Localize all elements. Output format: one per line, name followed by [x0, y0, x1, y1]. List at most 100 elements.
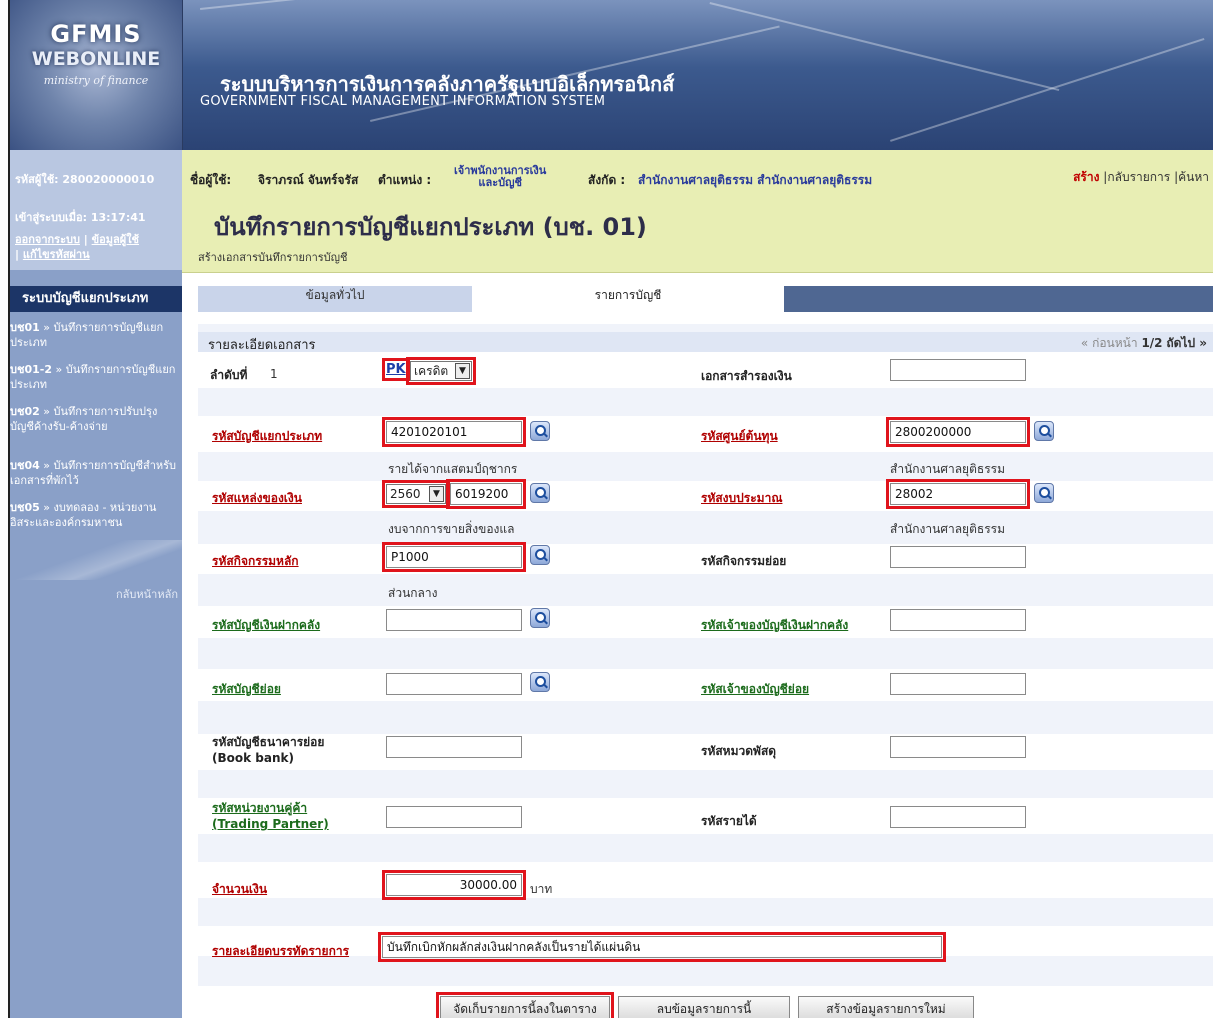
budget-code-input[interactable]: 28002	[886, 479, 1030, 509]
header-banner: GFMIS WEBONLINE ministry of finance ระบบ…	[10, 0, 1213, 150]
top-actions: สร้าง |กลับรายการ |ค้นหา	[1073, 170, 1209, 184]
sidebar-item-bc04[interactable]: บช04 » บันทึกรายการบัญชีสำหรับเอกสารที่พ…	[10, 458, 180, 488]
sequence-value: 1	[270, 367, 278, 381]
back-to-home-link[interactable]: กลับหน้าหลัก	[116, 585, 178, 603]
logout-link[interactable]: ออกจากระบบ	[15, 233, 80, 246]
tab-general-info[interactable]: ข้อมูลทั่วไป	[198, 286, 472, 312]
reserve-doc-label: เอกสารสำรองเงิน	[701, 369, 792, 383]
sub-account-owner-label[interactable]: รหัสเจ้าของบัญชีย่อย	[701, 680, 809, 699]
search-icon[interactable]	[530, 672, 550, 692]
user-name-label: ชื่อผู้ใช้:	[190, 173, 232, 187]
main-activity-input[interactable]: P1000	[382, 542, 526, 572]
inventory-category-label: รหัสหมวดพัสดุ	[701, 744, 777, 758]
amount-label[interactable]: จำนวนเงิน	[212, 880, 267, 899]
fund-source-input[interactable]: 6019200	[446, 479, 526, 509]
search-icon[interactable]	[530, 483, 550, 503]
chevron-down-icon: ▼	[455, 363, 470, 379]
sidebar-section-title: ระบบบัญชีแยกประเภท	[10, 286, 182, 312]
book-bank-input[interactable]	[386, 736, 522, 758]
search-icon[interactable]	[1034, 421, 1054, 441]
cost-center-label[interactable]: รหัสศูนย์ต้นทุน	[701, 427, 778, 446]
section-title: รายละเอียดเอกสาร	[208, 338, 316, 353]
pk-link[interactable]: PK	[382, 358, 410, 381]
sidebar-item-bc01[interactable]: บช01 » บันทึกรายการบัญชีแยกประเภท	[10, 320, 180, 350]
page-subtitle: สร้างเอกสารบันทึกรายการบัญชี	[198, 251, 348, 264]
search-icon[interactable]	[530, 545, 550, 565]
app-frame: GFMIS WEBONLINE ministry of finance ระบบ…	[8, 0, 1213, 1018]
sidebar-item-bc01-2[interactable]: บช01-2 » บันทึกรายการบัญชีแยกประเภท	[10, 362, 180, 392]
gfmis-logo: GFMIS WEBONLINE ministry of finance	[10, 0, 183, 150]
posting-type-select[interactable]: เครดิต ▼	[406, 357, 476, 385]
deposit-owner-label[interactable]: รหัสเจ้าของบัญชีเงินฝากคลัง	[701, 616, 848, 635]
chevron-down-icon: ▼	[429, 486, 444, 502]
sub-account-owner-input[interactable]	[890, 673, 1026, 695]
sequence-label: ลำดับที่	[210, 368, 248, 382]
search-icon[interactable]	[530, 421, 550, 441]
tab-bar: ข้อมูลทั่วไป รายการบัญชี	[198, 286, 1213, 312]
user-bar: ชื่อผู้ใช้: จิราภรณ์ จันทร์จรัส ตำแหน่ง …	[182, 150, 1213, 273]
tab-account-items[interactable]: รายการบัญชี	[472, 286, 784, 312]
trading-partner-input[interactable]	[386, 806, 522, 828]
treasury-deposit-account-input[interactable]	[386, 609, 522, 631]
affiliation-label: สังกัด :	[588, 173, 626, 187]
user-id-value: 280020000010	[62, 173, 155, 186]
sidebar-item-bc05[interactable]: บช05 » งบทดลอง - หน่วยงานอิสระและองค์กรม…	[10, 500, 180, 530]
left-sidebar: รหัสผู้ใช้: 280020000010 เข้าสู่ระบบเมื่…	[10, 150, 182, 1018]
cost-center-description: สำนักงานศาลยุติธรรม	[890, 462, 1005, 476]
currency-label: บาท	[530, 882, 553, 896]
search-icon[interactable]	[1034, 483, 1054, 503]
save-to-table-button[interactable]: จัดเก็บรายการนี้ลงในตาราง	[436, 992, 614, 1018]
next-page-link[interactable]: ถัดไป »	[1166, 336, 1207, 350]
sub-account-label[interactable]: รหัสบัญชีย่อย	[212, 680, 281, 699]
delete-item-button[interactable]: ลบข้อมูลรายการนี้	[618, 996, 790, 1018]
position-value: เจ้าพนักงานการเงิน และบัญชี	[454, 164, 547, 189]
gl-account-input[interactable]: 4201020101	[382, 417, 526, 447]
create-link[interactable]: สร้าง	[1073, 170, 1099, 184]
inventory-category-input[interactable]	[890, 736, 1026, 758]
login-time-value: 13:17:41	[90, 211, 146, 224]
main-activity-label[interactable]: รหัสกิจกรรมหลัก	[212, 552, 299, 571]
section-header: รายละเอียดเอกสาร « ก่อนหน้า 1/2 ถัดไป »	[198, 332, 1213, 353]
position-label: ตำแหน่ง :	[378, 173, 432, 187]
sidebar-item-bc02[interactable]: บช02 » บันทึกรายการปรับปรุงบัญชีค้างรับ-…	[10, 404, 180, 434]
affiliation-value: สำนักงานศาลยุติธรรม สำนักงานศาลยุติธรรม	[638, 173, 873, 187]
revenue-code-label: รหัสรายได้	[701, 814, 757, 828]
gl-account-label[interactable]: รหัสบัญชีแยกประเภท	[212, 427, 322, 446]
page-indicator: 1/2	[1141, 336, 1163, 350]
change-password-link[interactable]: แก้ไขรหัสผ่าน	[23, 248, 90, 261]
revenue-code-input[interactable]	[890, 806, 1026, 828]
search-icon[interactable]	[530, 608, 550, 628]
gl-account-description: รายได้จากแสตมป์ฤชากร	[388, 462, 518, 476]
line-item-text-label[interactable]: รายละเอียดบรรทัดรายการ	[212, 942, 349, 961]
user-info-panel: รหัสผู้ใช้: 280020000010 เข้าสู่ระบบเมื่…	[10, 150, 182, 270]
cost-center-input[interactable]: 2800200000	[886, 417, 1030, 447]
fund-source-label[interactable]: รหัสแหล่งของเงิน	[212, 489, 302, 508]
budget-code-description: สำนักงานศาลยุติธรรม	[890, 522, 1005, 536]
sub-account-input[interactable]	[386, 673, 522, 695]
logo-line3: ministry of finance	[43, 74, 149, 87]
new-item-button[interactable]: สร้างข้อมูลรายการใหม่	[798, 996, 974, 1018]
user-id-label: รหัสผู้ใช้:	[15, 173, 59, 186]
main-activity-description: ส่วนกลาง	[388, 586, 438, 600]
deposit-owner-input[interactable]	[890, 609, 1026, 631]
sub-activity-label: รหัสกิจกรรมย่อย	[701, 554, 787, 568]
trading-partner-label[interactable]: รหัสหน่วยงานคู่ค้า (Trading Partner)	[212, 800, 329, 832]
reserve-doc-input[interactable]	[890, 359, 1026, 381]
line-item-text-input[interactable]: บันทึกเบิกหักผลักส่งเงินฝากคลังเป็นรายได…	[378, 932, 946, 962]
pager: « ก่อนหน้า 1/2 ถัดไป »	[1081, 334, 1207, 353]
system-title-english: GOVERNMENT FISCAL MANAGEMENT INFORMATION…	[200, 94, 606, 109]
document-detail-form: รายละเอียดเอกสาร « ก่อนหน้า 1/2 ถัดไป » …	[198, 324, 1213, 1018]
prev-page-link[interactable]: « ก่อนหน้า	[1081, 336, 1138, 350]
login-time-label: เข้าสู่ระบบเมื่อ:	[15, 211, 87, 224]
fund-year-select[interactable]: 2560 ▼	[382, 480, 450, 508]
sidebar-decoration	[10, 540, 182, 580]
budget-code-label[interactable]: รหัสงบประมาณ	[701, 489, 782, 508]
treasury-deposit-account-label[interactable]: รหัสบัญชีเงินฝากคลัง	[212, 616, 320, 635]
amount-input[interactable]: 30000.00	[382, 870, 526, 900]
search-link[interactable]: ค้นหา	[1178, 170, 1209, 184]
logo-line1: GFMIS	[50, 20, 142, 48]
fund-source-description: งบจากการขายสิ่งของแล	[388, 522, 515, 536]
sub-activity-input[interactable]	[890, 546, 1026, 568]
user-profile-link[interactable]: ข้อมูลผู้ใช้	[92, 233, 139, 246]
back-to-list-link[interactable]: กลับรายการ	[1107, 170, 1170, 184]
